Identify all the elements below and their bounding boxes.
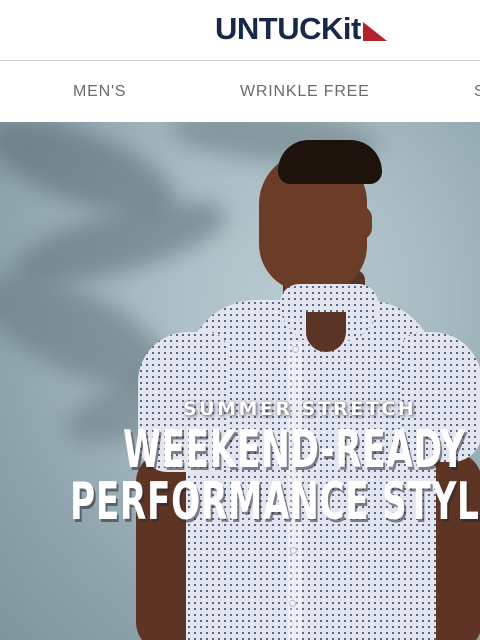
nav-item-mens[interactable]: MEN'S	[73, 83, 126, 101]
shirt-button	[292, 346, 299, 353]
model-hair	[278, 140, 382, 184]
hero-banner[interactable]: SUMMER STRETCH WEEKEND-READY PERFORMANCE…	[0, 122, 480, 640]
brand-logo[interactable]: UNTUCKit	[215, 11, 388, 47]
hero-headline-line2: PERFORMANCE STYL	[70, 472, 480, 532]
model-ear	[348, 206, 372, 240]
hero-headline-line1: WEEKEND-READY	[123, 420, 466, 480]
brand-triangle-icon	[362, 22, 387, 41]
main-nav: MEN'S WRINKLE FREE S	[0, 61, 480, 121]
brand-logo-text: UNTUCKit	[215, 11, 361, 46]
model-neck-opening	[306, 312, 346, 352]
nav-item-wrinkle-free[interactable]: WRINKLE FREE	[240, 83, 370, 101]
shirt-button	[289, 600, 296, 607]
nav-item-truncated[interactable]: S	[474, 83, 480, 101]
shirt-button	[290, 547, 297, 554]
site-header: UNTUCKit	[0, 0, 480, 61]
hero-eyebrow: SUMMER STRETCH	[183, 398, 417, 420]
